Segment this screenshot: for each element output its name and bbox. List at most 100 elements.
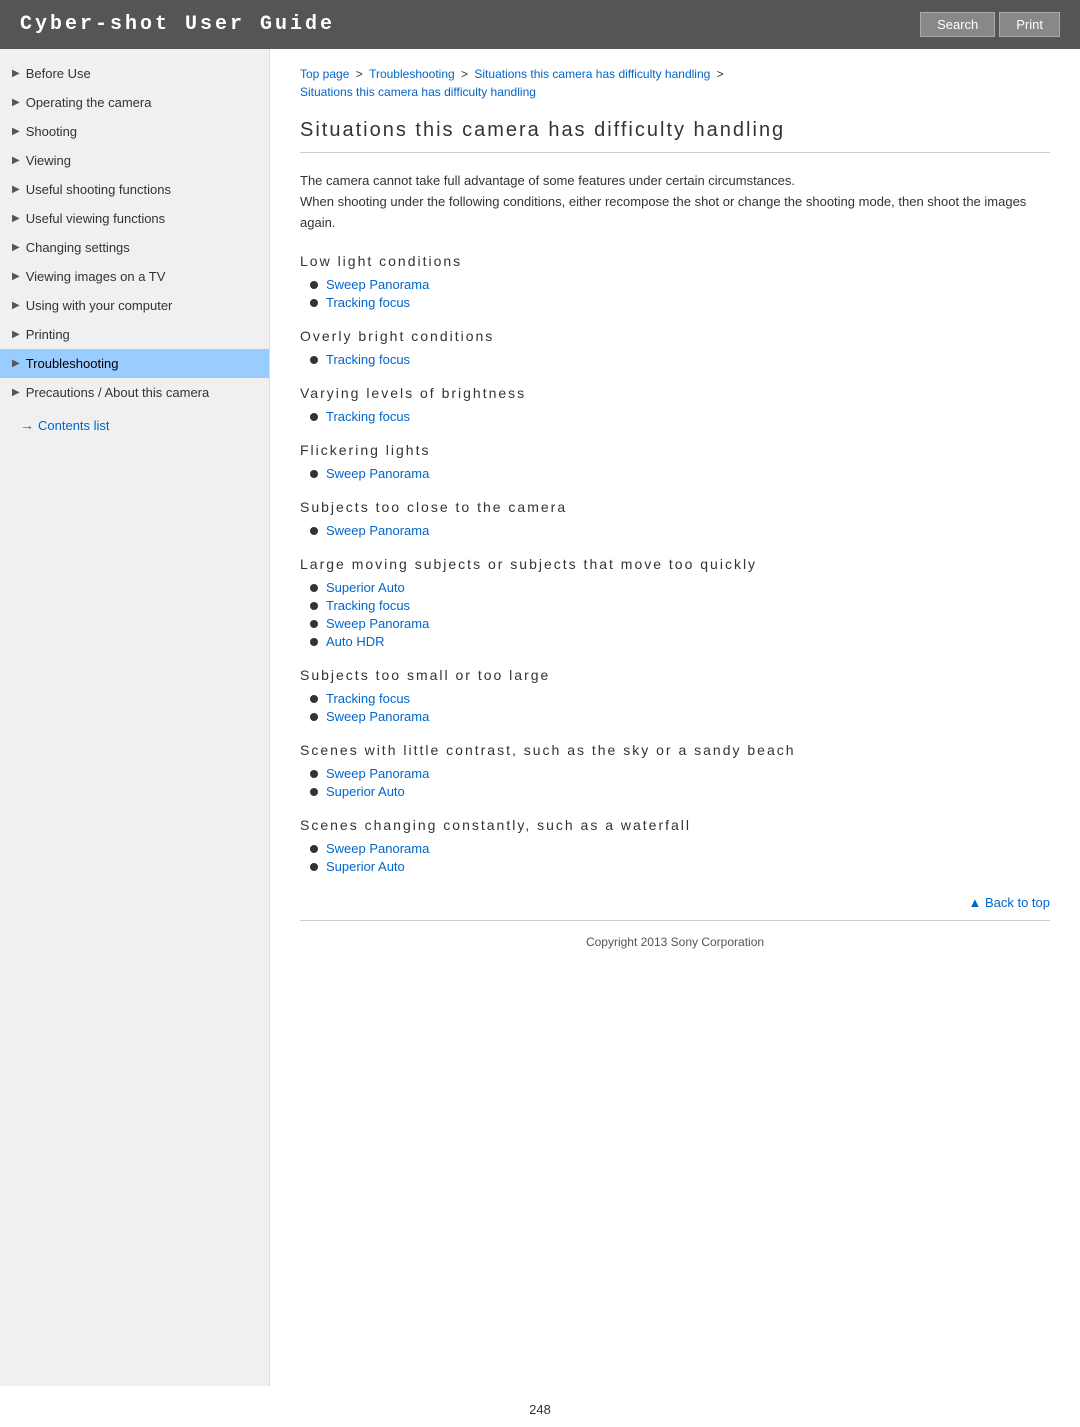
section-2: Varying levels of brightness Tracking foc… [300,385,1050,424]
section-5: Large moving subjects or subjects that m… [300,556,1050,649]
section-link[interactable]: Auto HDR [326,634,385,649]
search-button[interactable]: Search [920,12,995,37]
page-number: 248 [0,1386,1080,1427]
contents-list-link[interactable]: → Contents list [0,407,269,437]
header-buttons: Search Print [920,12,1060,37]
breadcrumb-sep: > [458,67,472,81]
footer: Copyright 2013 Sony Corporation [300,920,1050,963]
bullet-icon [310,356,318,364]
section-link[interactable]: Tracking focus [326,691,410,706]
bullet-icon [310,788,318,796]
section-title: Flickering lights [300,442,1050,458]
section-link[interactable]: Sweep Panorama [326,277,429,292]
bullet-icon [310,584,318,592]
app-title: Cyber-shot User Guide [20,13,335,36]
section-link[interactable]: Sweep Panorama [326,766,429,781]
sidebar-item-label: Troubleshooting [26,356,119,371]
sidebar-item-printing[interactable]: ▶Printing [0,320,269,349]
bullet-icon [310,638,318,646]
section-link[interactable]: Tracking focus [326,352,410,367]
section-link[interactable]: Sweep Panorama [326,466,429,481]
sidebar: ▶ Before Use ▶ Operating the camera ▶Shootin… [0,49,270,1386]
sidebar-item-useful-shooting-functions[interactable]: ▶ Useful shooting functions [0,175,269,204]
arrow-icon: → [20,417,34,433]
list-item: Superior Auto [310,859,1050,874]
breadcrumb-link[interactable]: Situations this camera has difficulty ha… [474,67,710,81]
section-link[interactable]: Sweep Panorama [326,523,429,538]
sidebar-item-label: Before Use [26,66,91,81]
sidebar-item-viewing-images-on-a-tv[interactable]: ▶Viewing images on a TV [0,262,269,291]
list-item: Sweep Panorama [310,277,1050,292]
section-title: Scenes changing constantly, such as a wa… [300,817,1050,833]
section-title: Large moving subjects or subjects that m… [300,556,1050,572]
section-link[interactable]: Tracking focus [326,598,410,613]
section-title: Varying levels of brightness [300,385,1050,401]
section-1: Overly bright conditions Tracking focus [300,328,1050,367]
breadcrumb-link[interactable]: Situations this camera has difficulty ha… [300,85,536,99]
sidebar-item-label: Printing [26,327,70,342]
section-8: Scenes changing constantly, such as a wa… [300,817,1050,874]
expand-arrow-icon: ▶ [12,387,20,398]
expand-arrow-icon: ▶ [12,155,20,166]
section-link[interactable]: Sweep Panorama [326,709,429,724]
section-list: Sweep Panorama Superior Auto [300,766,1050,799]
expand-arrow-icon: ▶ [12,184,20,195]
expand-arrow-icon: ▶ [12,126,20,137]
sidebar-item-using-with-your-computer[interactable]: ▶Using with your computer [0,291,269,320]
print-button[interactable]: Print [999,12,1060,37]
sidebar-item-label: Precautions / About this camera [26,385,210,400]
section-title: Overly bright conditions [300,328,1050,344]
contents-list-label: Contents list [38,418,110,433]
sidebar-item-label: Useful shooting functions [26,182,171,197]
section-title: Low light conditions [300,253,1050,269]
sidebar-item-useful-viewing-functions[interactable]: ▶Useful viewing functions [0,204,269,233]
sidebar-item-shooting[interactable]: ▶Shooting [0,117,269,146]
section-list: Sweep Panorama Superior Auto [300,841,1050,874]
sidebar-item-label: Useful viewing functions [26,211,165,226]
section-link[interactable]: Superior Auto [326,859,405,874]
breadcrumb-link[interactable]: Top page [300,67,349,81]
list-item: Auto HDR [310,634,1050,649]
back-to-top-link[interactable]: ▲ Back to top [968,895,1050,910]
list-item: Sweep Panorama [310,616,1050,631]
list-item: Tracking focus [310,295,1050,310]
list-item: Sweep Panorama [310,766,1050,781]
sidebar-item-operating-the-camera[interactable]: ▶ Operating the camera [0,88,269,117]
list-item: Superior Auto [310,580,1050,595]
sidebar-item-label: Operating the camera [26,95,152,110]
section-4: Subjects too close to the camera Sweep Pa… [300,499,1050,538]
sidebar-item-before-use[interactable]: ▶ Before Use [0,59,269,88]
list-item: Tracking focus [310,409,1050,424]
section-link[interactable]: Tracking focus [326,409,410,424]
sidebar-item-changing-settings[interactable]: ▶Changing settings [0,233,269,262]
copyright-text: Copyright 2013 Sony Corporation [586,935,764,949]
section-title: Subjects too close to the camera [300,499,1050,515]
section-list: Sweep Panorama [300,466,1050,481]
expand-arrow-icon: ▶ [12,97,20,108]
back-to-top: ▲ Back to top [300,894,1050,910]
list-item: Sweep Panorama [310,841,1050,856]
bullet-icon [310,527,318,535]
sidebar-item-precautions--about-this-camera[interactable]: ▶ Precautions / About this camera [0,378,269,407]
bullet-icon [310,863,318,871]
sidebar-item-viewing[interactable]: ▶Viewing [0,146,269,175]
list-item: Sweep Panorama [310,523,1050,538]
section-link[interactable]: Sweep Panorama [326,841,429,856]
layout: ▶ Before Use ▶ Operating the camera ▶Shootin… [0,49,1080,1386]
sidebar-item-troubleshooting[interactable]: ▶ Troubleshooting [0,349,269,378]
breadcrumb-link[interactable]: Troubleshooting [369,67,455,81]
bullet-icon [310,695,318,703]
expand-arrow-icon: ▶ [12,68,20,79]
section-link[interactable]: Superior Auto [326,784,405,799]
section-link[interactable]: Sweep Panorama [326,616,429,631]
bullet-icon [310,281,318,289]
expand-arrow-icon: ▶ [12,300,20,311]
section-list: Tracking focus [300,409,1050,424]
expand-arrow-icon: ▶ [12,358,20,369]
list-item: Tracking focus [310,691,1050,706]
breadcrumb: Top page > Troubleshooting > Situations … [300,65,1050,101]
bullet-icon [310,845,318,853]
section-6: Subjects too small or too largeTracking … [300,667,1050,724]
section-link[interactable]: Tracking focus [326,295,410,310]
section-link[interactable]: Superior Auto [326,580,405,595]
